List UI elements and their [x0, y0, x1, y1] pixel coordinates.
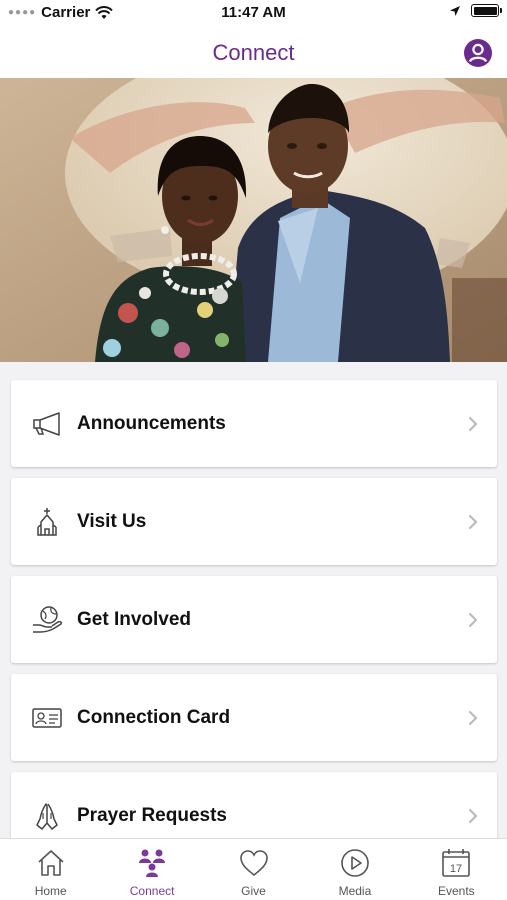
- location-arrow-icon: [450, 5, 460, 16]
- tab-events[interactable]: 17 Events: [406, 839, 507, 900]
- tab-home[interactable]: Home: [0, 839, 101, 900]
- pastors-photo: [0, 78, 507, 362]
- calendar-day: 17: [450, 863, 462, 875]
- home-icon: [38, 850, 64, 876]
- status-bar: ●●●● Carrier 11:47 AM: [0, 0, 507, 28]
- tab-label: Media: [338, 884, 372, 898]
- hero-photo: [0, 78, 507, 362]
- people-icon: [139, 849, 166, 877]
- megaphone-icon: [30, 409, 64, 439]
- calendar-icon: 17: [442, 849, 471, 877]
- menu-item-label: Connection Card: [77, 706, 231, 728]
- play-icon: [341, 849, 369, 877]
- tab-label: Home: [34, 884, 67, 898]
- menu-item-connection-card[interactable]: Connection Card: [11, 674, 497, 761]
- menu-item-label: Prayer Requests: [77, 804, 227, 826]
- chevron-right-icon: [469, 514, 478, 529]
- id-card-icon: [30, 703, 64, 733]
- tab-label: Connect: [129, 884, 175, 898]
- clock: 11:47 AM: [221, 4, 286, 21]
- page-title: Connect: [212, 40, 295, 65]
- church-icon: [30, 507, 64, 537]
- battery-icon: [471, 4, 502, 17]
- profile-icon[interactable]: [463, 38, 493, 68]
- chevron-right-icon: [469, 808, 478, 823]
- praying-hands-icon: [30, 801, 64, 831]
- menu-item-label: Get Involved: [77, 608, 192, 630]
- menu-item-get-involved[interactable]: Get Involved: [11, 576, 497, 663]
- heart-icon: [239, 850, 268, 877]
- menu-item-announcements[interactable]: Announcements: [11, 380, 497, 467]
- nav-bar: Connect: [0, 28, 507, 78]
- menu-item-label: Announcements: [77, 412, 226, 434]
- chevron-right-icon: [469, 710, 478, 725]
- menu-item-visit-us[interactable]: Visit Us: [11, 478, 497, 565]
- tab-media[interactable]: Media: [304, 839, 405, 900]
- hand-globe-icon: [30, 605, 64, 635]
- tab-label: Events: [437, 884, 475, 898]
- tab-connect[interactable]: Connect: [101, 839, 202, 900]
- menu-item-label: Visit Us: [77, 510, 147, 532]
- tab-give[interactable]: Give: [203, 839, 304, 900]
- tab-label: Give: [241, 884, 266, 898]
- chevron-right-icon: [469, 416, 478, 431]
- chevron-right-icon: [469, 612, 478, 627]
- tab-bar: Home Connect Give Media 17 Events: [0, 838, 507, 900]
- status-right: [449, 4, 502, 17]
